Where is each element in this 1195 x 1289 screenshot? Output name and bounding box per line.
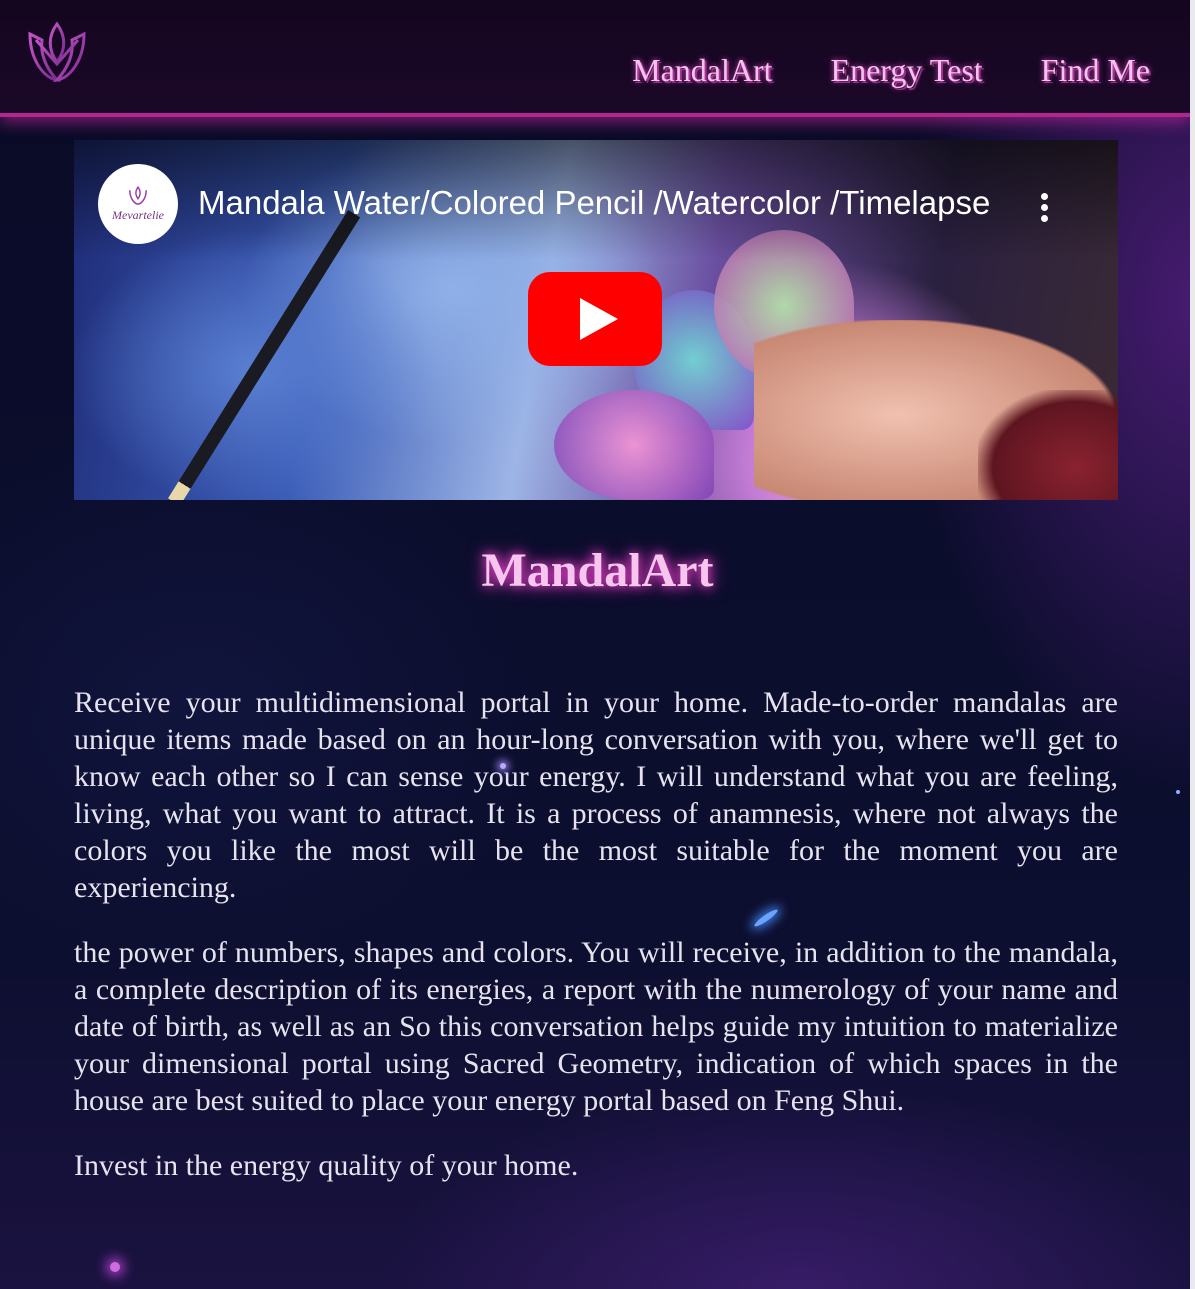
nav-link-mandalart[interactable]: MandalArt [632, 52, 772, 89]
lotus-logo-icon[interactable] [26, 20, 88, 86]
decorative-star [110, 1262, 120, 1272]
video-thumbnail-sleeve [978, 390, 1118, 500]
description-paragraph: Invest in the energy quality of your hom… [74, 1149, 579, 1182]
header-bar: MandalArt Energy Test Find Me [0, 0, 1190, 117]
play-button[interactable] [528, 272, 662, 366]
decorative-star [1176, 790, 1180, 794]
video-thumbnail-petal [554, 390, 714, 500]
play-icon [580, 298, 618, 340]
description: Receive your multidimensional portal in … [74, 684, 1118, 1212]
page-title: MandalArt [481, 544, 714, 597]
channel-avatar[interactable]: Mevartelie [98, 164, 178, 244]
nav-link-find-me[interactable]: Find Me [1041, 52, 1150, 89]
channel-name: Mevartelie [112, 207, 164, 222]
lotus-logo-icon [129, 185, 147, 205]
nav-link-energy-test[interactable]: Energy Test [831, 52, 983, 89]
decorative-star [500, 763, 506, 769]
description-paragraph: Receive your multidimensional portal in … [74, 686, 1118, 904]
description-paragraph: the power of numbers, shapes and colors.… [74, 936, 1118, 1117]
video-embed[interactable]: Mevartelie Mandala Water/Colored Pencil … [74, 140, 1118, 500]
scrollbar[interactable] [1190, 0, 1195, 1289]
video-title[interactable]: Mandala Water/Colored Pencil /Watercolor… [198, 184, 998, 222]
main-nav: MandalArt Energy Test Find Me [632, 52, 1150, 89]
more-vertical-icon[interactable] [1034, 190, 1054, 226]
